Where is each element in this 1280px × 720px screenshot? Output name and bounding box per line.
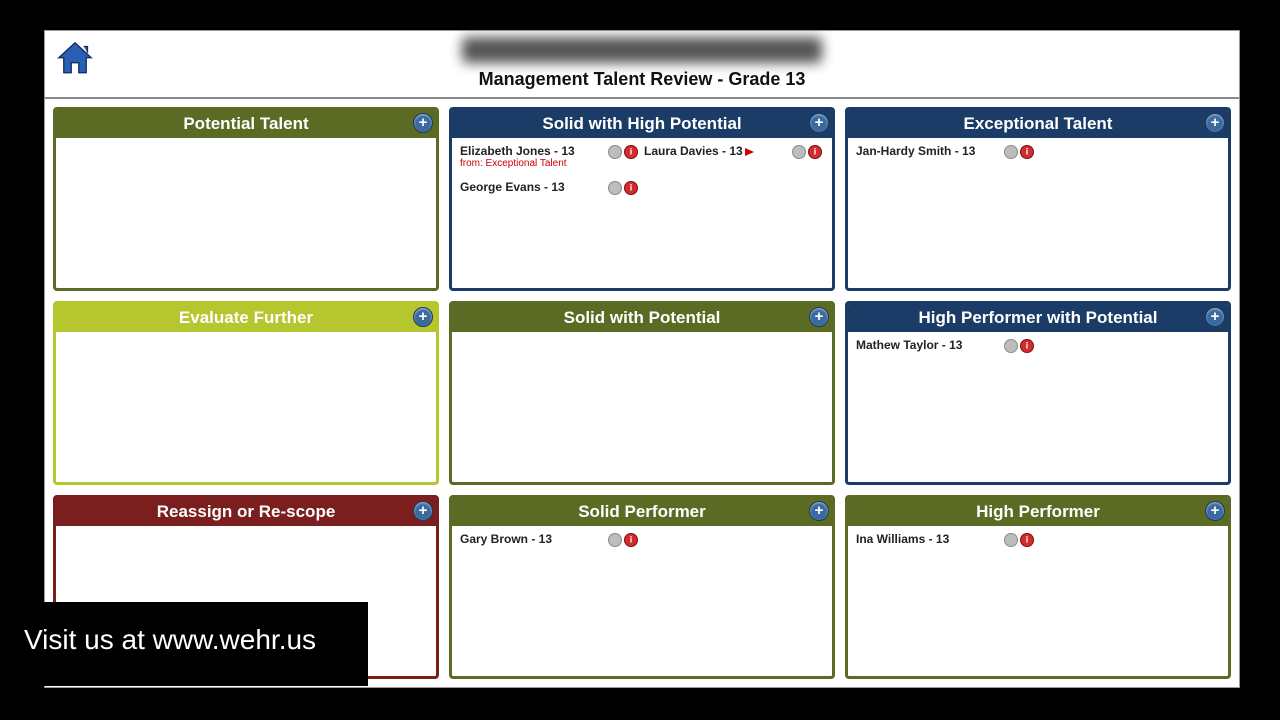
info-dot-red-icon[interactable] <box>1020 533 1034 547</box>
person-text: Elizabeth Jones - 13from: Exceptional Ta… <box>460 144 608 170</box>
status-dot-gray-icon[interactable] <box>1004 533 1018 547</box>
grid-cell[interactable]: High Performer + Ina Williams - 13 <box>845 495 1231 679</box>
person-status-icons <box>608 144 638 159</box>
flag-icon <box>745 148 754 156</box>
person-card[interactable]: Mathew Taylor - 13 <box>854 336 1038 372</box>
grid-cell[interactable]: Solid with High Potential + Elizabeth Jone… <box>449 107 835 291</box>
promo-overlay: Visit us at www.wehr.us <box>0 602 368 686</box>
add-icon[interactable]: + <box>1205 307 1225 327</box>
add-icon[interactable]: + <box>809 113 829 133</box>
cell-header: Reassign or Re-scope + <box>56 498 436 526</box>
promo-text: Visit us at www.wehr.us <box>24 624 316 655</box>
cell-body: Jan-Hardy Smith - 13 <box>848 138 1228 288</box>
person-card[interactable]: Jan-Hardy Smith - 13 <box>854 142 1038 178</box>
add-icon[interactable]: + <box>413 501 433 521</box>
cell-header: Solid Performer + <box>452 498 832 526</box>
person-status-icons <box>792 144 822 159</box>
cell-body: Ina Williams - 13 <box>848 526 1228 676</box>
grid-cell[interactable]: Solid Performer + Gary Brown - 13 <box>449 495 835 679</box>
status-dot-gray-icon[interactable] <box>608 181 622 195</box>
person-status-icons <box>608 180 638 195</box>
person-card[interactable]: George Evans - 13 <box>458 178 642 214</box>
cell-body <box>56 332 436 482</box>
person-text: George Evans - 13 <box>460 180 608 194</box>
status-dot-gray-icon[interactable] <box>792 145 806 159</box>
add-icon[interactable]: + <box>1205 501 1225 521</box>
cell-header: High Performer + <box>848 498 1228 526</box>
cell-header: High Performer with Potential + <box>848 304 1228 332</box>
cell-header: Potential Talent + <box>56 110 436 138</box>
add-icon[interactable]: + <box>1205 113 1225 133</box>
cell-header: Solid with Potential + <box>452 304 832 332</box>
person-name: Laura Davies - 13 <box>644 144 792 158</box>
grid-cell[interactable]: Exceptional Talent + Jan-Hardy Smith - 13 <box>845 107 1231 291</box>
grid-cell[interactable]: High Performer with Potential + Mathew Tay… <box>845 301 1231 485</box>
grid-cell[interactable]: Solid with Potential + <box>449 301 835 485</box>
cell-body <box>452 332 832 482</box>
person-name: Ina Williams - 13 <box>856 532 1004 546</box>
person-text: Jan-Hardy Smith - 13 <box>856 144 1004 158</box>
grid-cell[interactable]: Evaluate Further + <box>53 301 439 485</box>
cell-header: Evaluate Further + <box>56 304 436 332</box>
cell-title: High Performer <box>976 502 1100 521</box>
status-dot-gray-icon[interactable] <box>608 533 622 547</box>
blurred-subtitle <box>462 37 822 63</box>
person-card[interactable]: Elizabeth Jones - 13from: Exceptional Ta… <box>458 142 642 178</box>
person-name: Gary Brown - 13 <box>460 532 608 546</box>
cell-body: Mathew Taylor - 13 <box>848 332 1228 482</box>
person-card[interactable]: Laura Davies - 13 <box>642 142 826 178</box>
person-text: Ina Williams - 13 <box>856 532 1004 546</box>
cell-title: Evaluate Further <box>179 308 313 327</box>
info-dot-red-icon[interactable] <box>624 533 638 547</box>
person-text: Gary Brown - 13 <box>460 532 608 546</box>
info-dot-red-icon[interactable] <box>808 145 822 159</box>
person-text: Mathew Taylor - 13 <box>856 338 1004 352</box>
add-icon[interactable]: + <box>413 307 433 327</box>
grid-cell[interactable]: Potential Talent + <box>53 107 439 291</box>
person-name: Mathew Taylor - 13 <box>856 338 1004 352</box>
add-icon[interactable]: + <box>809 307 829 327</box>
cell-header: Solid with High Potential + <box>452 110 832 138</box>
cell-header: Exceptional Talent + <box>848 110 1228 138</box>
person-name: Elizabeth Jones - 13 <box>460 144 608 158</box>
add-icon[interactable]: + <box>413 113 433 133</box>
status-dot-gray-icon[interactable] <box>1004 145 1018 159</box>
cell-title: Potential Talent <box>183 114 308 133</box>
info-dot-red-icon[interactable] <box>1020 339 1034 353</box>
info-dot-red-icon[interactable] <box>1020 145 1034 159</box>
person-status-icons <box>1004 338 1034 353</box>
status-dot-gray-icon[interactable] <box>1004 339 1018 353</box>
info-dot-red-icon[interactable] <box>624 145 638 159</box>
cell-body: Gary Brown - 13 <box>452 526 832 676</box>
person-name: George Evans - 13 <box>460 180 608 194</box>
cell-title: High Performer with Potential <box>919 308 1158 327</box>
app-frame: Management Talent Review - Grade 13 Pote… <box>44 30 1240 688</box>
cell-title: Solid with High Potential <box>542 114 741 133</box>
person-card[interactable]: Gary Brown - 13 <box>458 530 642 566</box>
person-status-icons <box>1004 144 1034 159</box>
cell-title: Solid with Potential <box>564 308 721 327</box>
talent-grid: Potential Talent+Solid with High Potenti… <box>45 99 1239 687</box>
person-name: Jan-Hardy Smith - 13 <box>856 144 1004 158</box>
person-status-icons <box>1004 532 1034 547</box>
status-dot-gray-icon[interactable] <box>608 145 622 159</box>
cell-title: Exceptional Talent <box>964 114 1113 133</box>
person-text: Laura Davies - 13 <box>644 144 792 158</box>
info-dot-red-icon[interactable] <box>624 181 638 195</box>
add-icon[interactable]: + <box>809 501 829 521</box>
cell-title: Solid Performer <box>578 502 706 521</box>
person-card[interactable]: Ina Williams - 13 <box>854 530 1038 566</box>
page-title: Management Talent Review - Grade 13 <box>45 69 1239 90</box>
cell-body: Elizabeth Jones - 13from: Exceptional Ta… <box>452 138 832 288</box>
person-from-label: from: Exceptional Talent <box>460 158 608 170</box>
person-status-icons <box>608 532 638 547</box>
cell-title: Reassign or Re-scope <box>157 502 336 521</box>
header: Management Talent Review - Grade 13 <box>45 31 1239 99</box>
cell-body <box>56 138 436 288</box>
